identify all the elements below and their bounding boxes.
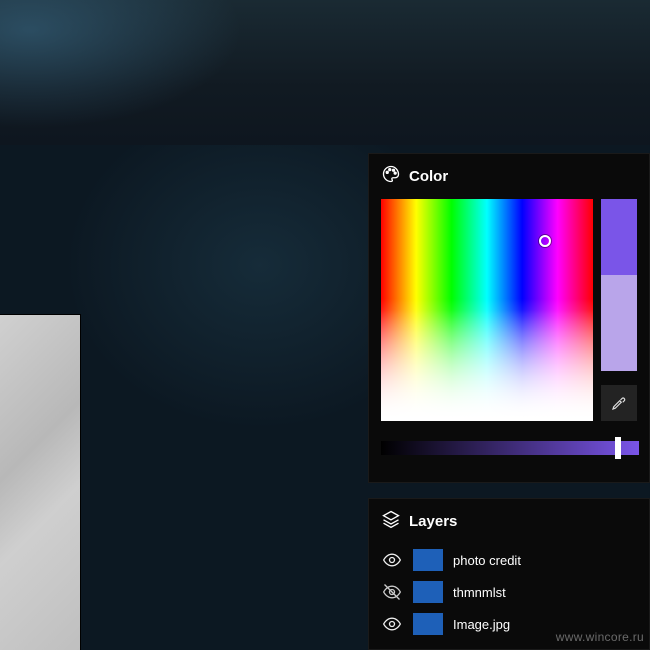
- layers-panel: Layers photo credit thmnmlst Image.jpg: [368, 498, 650, 650]
- layer-name: thmnmlst: [453, 585, 506, 600]
- eye-icon: [382, 550, 402, 570]
- eye-icon: [382, 614, 402, 634]
- color-field-cursor[interactable]: [539, 235, 551, 247]
- eyedropper-icon: [610, 394, 628, 412]
- layers-panel-title: Layers: [409, 513, 457, 530]
- layers-icon: [381, 509, 401, 534]
- layer-thumbnail: [413, 549, 443, 571]
- secondary-swatch[interactable]: [601, 275, 637, 371]
- layer-name: Image.jpg: [453, 617, 510, 632]
- layer-thumbnail: [413, 613, 443, 635]
- visibility-toggle[interactable]: [381, 550, 403, 570]
- layer-thumbnail: [413, 581, 443, 603]
- eye-off-icon: [382, 582, 402, 602]
- visibility-toggle[interactable]: [381, 582, 403, 602]
- watermark: www.wincore.ru: [556, 630, 644, 644]
- color-panel: Color: [368, 153, 650, 483]
- canvas-preview[interactable]: [0, 315, 80, 650]
- brightness-slider[interactable]: [381, 441, 639, 455]
- layer-row[interactable]: thmnmlst: [381, 576, 637, 608]
- visibility-toggle[interactable]: [381, 614, 403, 634]
- palette-icon: [381, 164, 401, 189]
- layer-name: photo credit: [453, 553, 521, 568]
- brightness-slider-thumb[interactable]: [615, 437, 621, 459]
- color-panel-title: Color: [409, 168, 448, 185]
- primary-swatch[interactable]: [601, 199, 637, 275]
- layer-row[interactable]: photo credit: [381, 544, 637, 576]
- eyedropper-button[interactable]: [601, 385, 637, 421]
- background-top: [0, 0, 650, 145]
- color-field[interactable]: [381, 199, 593, 421]
